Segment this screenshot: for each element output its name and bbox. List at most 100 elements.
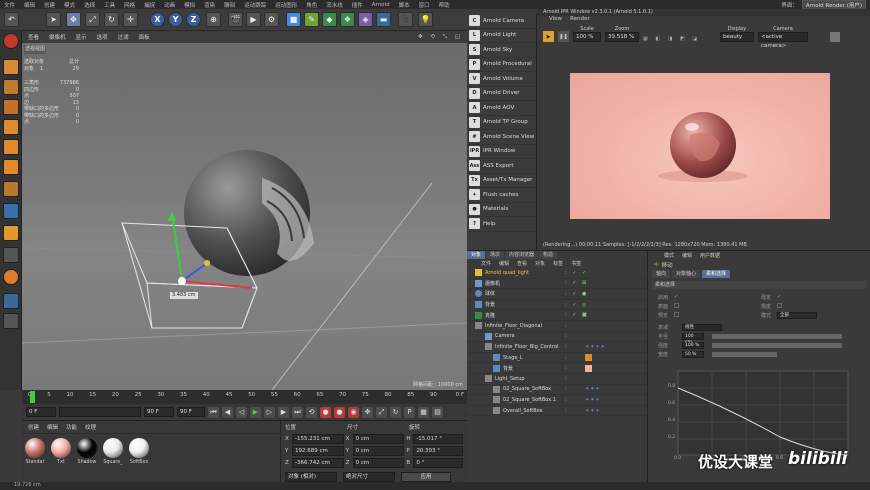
undo-icon[interactable]: ↶ [4,12,19,27]
size-mode-select[interactable]: 绝对尺寸 [343,472,395,482]
mode-select[interactable]: 全部 [777,312,818,319]
menu-item[interactable]: 模拟 [184,1,195,9]
sculpt-icon[interactable] [3,269,19,285]
viewport-menu-item[interactable]: 查看 [28,33,39,41]
material-menu-item[interactable]: 纹理 [85,423,96,431]
object-flags[interactable]: : ✓ ● [565,291,588,297]
menu-item[interactable]: 文件 [4,1,15,9]
viewport-menu-item[interactable]: 选项 [97,33,108,41]
prev-key-icon[interactable]: ◀ [222,406,233,418]
falloff-select[interactable]: 线性 [682,324,722,331]
tree-row[interactable]: Light_Setup: [467,374,647,385]
pen-icon[interactable]: ✎ [304,12,319,27]
object-flags[interactable]: : [565,397,569,403]
rotation-p-field[interactable]: 20.393 ° [413,446,464,456]
array-icon[interactable]: ❖ [340,12,355,27]
preview-end-field[interactable]: 90 F [177,407,205,417]
arnold-menu-item[interactable]: IPR IPR Window [467,145,536,159]
object-flags[interactable]: : [565,344,569,350]
menu-item[interactable]: 帮助 [439,1,450,9]
position-key-icon[interactable]: ✥ [362,406,373,418]
select-cursor-icon[interactable]: ➤ [46,12,61,27]
enable-checkbox[interactable]: ✓ [674,294,678,301]
arnold-menu-item[interactable]: ✦ Flush caches [467,188,536,203]
menu-item[interactable]: 雕刻 [224,1,235,9]
model-mode-icon[interactable] [3,59,19,75]
menu-item[interactable]: 运动跟踪 [244,1,266,9]
cube-icon[interactable]: ■ [286,12,301,27]
tab-content-browser[interactable]: 内容浏览器 [505,251,539,259]
material-menu-item[interactable]: 创建 [28,423,39,431]
object-menu-item[interactable]: 标签 [553,260,563,267]
object-menu-item[interactable]: 查看 [517,260,527,267]
polygons-mode-icon[interactable] [3,159,19,175]
grid-icon[interactable] [3,247,19,263]
preview-checkbox[interactable] [674,312,680,317]
material-swatch[interactable]: Txt [50,438,72,465]
tag-icons[interactable]: ✦✦✦ [585,408,601,414]
deformer-icon[interactable]: ◈ [358,12,373,27]
edges-mode-icon[interactable] [3,139,19,155]
scale-field[interactable]: 100 % [573,32,601,42]
position-z-field[interactable]: -366.742 cm [291,458,344,468]
arnold-menu-item[interactable]: # Arnold Scene View [467,130,536,145]
tab-takes[interactable]: 场次 [486,251,505,259]
tree-row[interactable]: 摄像机: ✓ ⊠ [467,279,647,290]
rubber-checkbox[interactable] [777,303,783,308]
viewport-menu-item[interactable]: 摄像机 [49,33,66,41]
make-editable-icon[interactable] [3,33,19,49]
attribute-menu-item[interactable]: 编辑 [682,252,692,259]
material-menu-item[interactable]: 编辑 [47,423,58,431]
rotation-key-icon[interactable]: ↻ [390,406,401,418]
prev-frame-icon[interactable]: ◁ [236,406,247,418]
rotate-tool-icon[interactable]: ↻ [104,12,119,27]
menu-item[interactable]: 插件 [352,1,363,9]
timeline-ruler[interactable]: 0 5 10 15 20 25 30 35 40 45 50 55 60 65 … [22,390,467,404]
snap-icon[interactable] [3,203,19,219]
object-flags[interactable]: : ✓ ✓ [565,270,588,276]
coord-mode-select[interactable]: 对象 (相对) [285,472,337,482]
arnold-menu-item[interactable]: T Arnold TP Group [467,116,536,130]
viewport-menu-item[interactable]: 显示 [76,33,87,41]
viewport-menu-item[interactable]: 面板 [139,33,150,41]
ipr-channel-icons[interactable]: ▦ ◧ ◨ ◩ ◪ [643,36,700,42]
tab-soft-selection[interactable]: 柔和选择 [702,270,731,278]
camera-select[interactable]: <active camera> [757,32,808,49]
ipr-pause-icon[interactable]: ❚❚ [558,31,569,42]
tree-row[interactable]: 02_Square_SoftBox: ✦✦✦ [467,385,647,396]
arnold-menu-item[interactable]: A Arnold AOV [467,101,536,116]
layer-manager-icon[interactable] [3,313,19,329]
subdivision-icon[interactable]: ◆ [322,12,337,27]
object-flags[interactable]: : [565,323,569,329]
layers-icon[interactable] [3,293,19,309]
zoom-field[interactable]: 39.518 % [605,32,639,42]
tag-icons[interactable]: ✦✦✦ [585,397,601,403]
move-tool-icon[interactable]: ✥ [66,12,81,27]
preview-range-field[interactable] [59,407,141,417]
object-menu-item[interactable]: 书签 [571,260,581,267]
scale-tool-icon[interactable]: ⤢ [85,12,100,27]
render-settings-icon[interactable]: ⚙ [264,12,279,27]
arnold-menu-item[interactable]: C Arnold Camera [467,14,536,29]
apply-button[interactable]: 应用 [401,472,451,482]
tree-row[interactable]: 背景: [467,363,647,374]
object-flags[interactable]: : [565,408,569,414]
tag-icons[interactable]: ✦✦✦✦ [585,344,606,350]
radius-slider[interactable] [712,334,842,339]
menu-item[interactable]: 脚本 [399,1,410,9]
start-frame-field[interactable]: 0 F [26,407,56,417]
param-key-icon[interactable]: P [404,406,415,418]
record-icon[interactable]: ● [320,406,331,418]
object-flags[interactable]: : [565,365,569,371]
playhead[interactable] [30,391,35,403]
material-swatch[interactable]: Shadow [76,438,98,465]
arnold-menu-item[interactable]: Tx Asset/Tx Manager [467,174,536,188]
rotation-b-field[interactable]: 0 ° [413,458,464,468]
viewport-menu-item[interactable]: 过滤 [118,33,129,41]
workplane-icon[interactable] [3,99,19,115]
width-slider[interactable] [712,352,777,357]
surface-checkbox[interactable] [674,303,680,308]
x-axis-button[interactable]: X [150,12,165,27]
camera-icon[interactable]: 🎥 [398,12,413,27]
size-x-field[interactable]: 0 cm [352,434,405,444]
